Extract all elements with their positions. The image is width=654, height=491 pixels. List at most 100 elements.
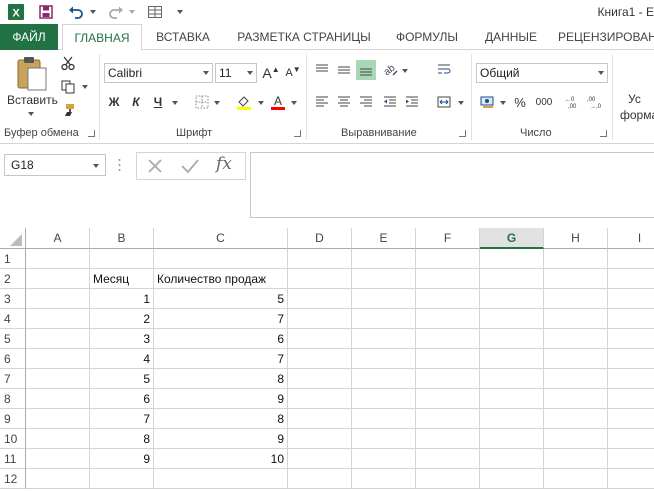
column-header-a[interactable]: A	[26, 228, 90, 249]
align-left-icon[interactable]	[312, 92, 332, 112]
cell-i5[interactable]	[608, 329, 654, 349]
cell-c2[interactable]: Количество продаж	[154, 269, 288, 289]
column-header-h[interactable]: H	[544, 228, 608, 249]
tab-insert[interactable]: ВСТАВКА	[148, 24, 218, 50]
wrap-text-icon[interactable]	[434, 60, 454, 80]
cell-a5[interactable]	[26, 329, 90, 349]
cell-a11[interactable]	[26, 449, 90, 469]
decrease-indent-icon[interactable]	[380, 92, 400, 112]
cell-h6[interactable]	[544, 349, 608, 369]
align-top-icon[interactable]	[312, 60, 332, 80]
format-painter-icon[interactable]	[58, 100, 78, 120]
cell-i4[interactable]	[608, 309, 654, 329]
paste-dropdown-icon[interactable]	[28, 112, 34, 116]
cell-f5[interactable]	[416, 329, 480, 349]
cell-i10[interactable]	[608, 429, 654, 449]
cell-f10[interactable]	[416, 429, 480, 449]
cell-g8[interactable]	[480, 389, 544, 409]
undo-icon[interactable]	[66, 2, 86, 22]
name-box-dropdown-icon[interactable]	[93, 164, 99, 168]
cell-f7[interactable]	[416, 369, 480, 389]
cell-g3[interactable]	[480, 289, 544, 309]
alignment-launcher-icon[interactable]	[459, 130, 466, 137]
cell-b5[interactable]: 3	[90, 329, 154, 349]
cell-d4[interactable]	[288, 309, 352, 329]
cell-c7[interactable]: 8	[154, 369, 288, 389]
cell-f8[interactable]	[416, 389, 480, 409]
column-header-b[interactable]: B	[90, 228, 154, 249]
cell-g5[interactable]	[480, 329, 544, 349]
cell-c9[interactable]: 8	[154, 409, 288, 429]
cell-c5[interactable]: 6	[154, 329, 288, 349]
cell-c8[interactable]: 9	[154, 389, 288, 409]
bold-button[interactable]: Ж	[104, 92, 124, 112]
select-all-corner[interactable]	[0, 228, 26, 249]
enter-icon[interactable]	[180, 157, 200, 175]
row-header-12[interactable]: 12	[0, 469, 26, 489]
cell-d6[interactable]	[288, 349, 352, 369]
cell-d5[interactable]	[288, 329, 352, 349]
cell-i8[interactable]	[608, 389, 654, 409]
cell-f4[interactable]	[416, 309, 480, 329]
row-header-5[interactable]: 5	[0, 329, 26, 349]
cell-f6[interactable]	[416, 349, 480, 369]
cell-e7[interactable]	[352, 369, 416, 389]
underline-button[interactable]: Ч	[148, 92, 168, 112]
cell-h1[interactable]	[544, 249, 608, 269]
font-color-dropdown-icon[interactable]	[291, 101, 297, 105]
cell-d3[interactable]	[288, 289, 352, 309]
cell-e8[interactable]	[352, 389, 416, 409]
cell-b1[interactable]	[90, 249, 154, 269]
cell-h3[interactable]	[544, 289, 608, 309]
percent-button[interactable]: %	[510, 92, 530, 112]
cell-g12[interactable]	[480, 469, 544, 489]
cell-c1[interactable]	[154, 249, 288, 269]
font-color-icon[interactable]: A	[268, 92, 288, 112]
column-header-i[interactable]: I	[608, 228, 654, 249]
borders-icon[interactable]	[192, 92, 212, 112]
cell-f12[interactable]	[416, 469, 480, 489]
thousands-button[interactable]: 000	[532, 92, 556, 112]
cell-f3[interactable]	[416, 289, 480, 309]
row-header-3[interactable]: 3	[0, 289, 26, 309]
row-header-1[interactable]: 1	[0, 249, 26, 269]
cell-a2[interactable]	[26, 269, 90, 289]
currency-icon[interactable]	[478, 92, 498, 112]
orientation-dropdown-icon[interactable]	[402, 69, 408, 73]
align-middle-icon[interactable]	[334, 60, 354, 80]
cell-g11[interactable]	[480, 449, 544, 469]
cell-c4[interactable]: 7	[154, 309, 288, 329]
conditional-format-label[interactable]: Ус	[628, 92, 641, 106]
cell-e5[interactable]	[352, 329, 416, 349]
name-box[interactable]: G18	[4, 154, 106, 176]
drag-handle-icon[interactable]	[118, 156, 121, 174]
cell-e3[interactable]	[352, 289, 416, 309]
cell-d9[interactable]	[288, 409, 352, 429]
font-size-select[interactable]: 11	[215, 63, 257, 83]
cell-f2[interactable]	[416, 269, 480, 289]
cell-d11[interactable]	[288, 449, 352, 469]
cancel-icon[interactable]	[146, 157, 164, 175]
increase-indent-icon[interactable]	[402, 92, 422, 112]
formula-input[interactable]	[250, 152, 654, 218]
cell-b12[interactable]	[90, 469, 154, 489]
cell-b8[interactable]: 6	[90, 389, 154, 409]
cell-f1[interactable]	[416, 249, 480, 269]
row-header-8[interactable]: 8	[0, 389, 26, 409]
tab-data[interactable]: ДАННЫЕ	[478, 24, 544, 50]
cell-b10[interactable]: 8	[90, 429, 154, 449]
cell-g6[interactable]	[480, 349, 544, 369]
tab-page-layout[interactable]: РАЗМЕТКА СТРАНИЦЫ	[230, 24, 378, 50]
cell-c6[interactable]: 7	[154, 349, 288, 369]
cell-e1[interactable]	[352, 249, 416, 269]
cell-h4[interactable]	[544, 309, 608, 329]
cell-g7[interactable]	[480, 369, 544, 389]
cell-g10[interactable]	[480, 429, 544, 449]
column-header-f[interactable]: F	[416, 228, 480, 249]
cell-d7[interactable]	[288, 369, 352, 389]
form-icon[interactable]	[146, 2, 164, 22]
cell-f9[interactable]	[416, 409, 480, 429]
cell-i1[interactable]	[608, 249, 654, 269]
cell-c12[interactable]	[154, 469, 288, 489]
cell-b2[interactable]: Месяц	[90, 269, 154, 289]
